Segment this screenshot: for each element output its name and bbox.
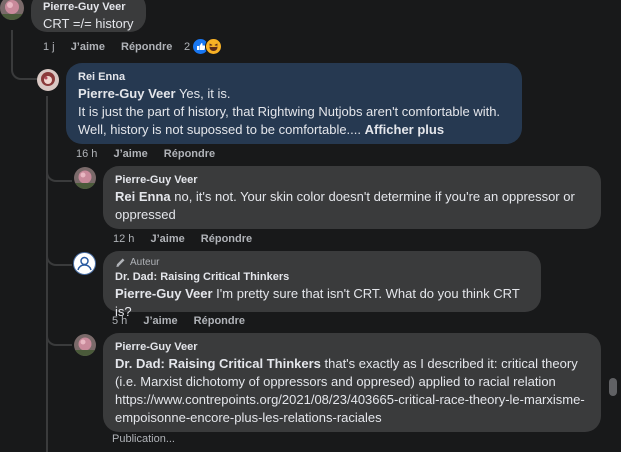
comment-actions: 1 j J’aime Répondre (43, 41, 185, 53)
comment-actions: 16 h J’aime Répondre (76, 148, 228, 160)
thread-line (46, 96, 48, 452)
like-button[interactable]: J’aime (71, 41, 105, 53)
mention-link[interactable]: Pierre-Guy Veer (115, 286, 213, 301)
avatar[interactable] (74, 334, 96, 356)
comment-time[interactable]: 16 h (76, 148, 97, 160)
comment-bubble: Pierre-Guy Veer Rei Enna no, it's not. Y… (103, 166, 601, 229)
avatar[interactable] (37, 69, 59, 91)
author-badge-label: Auteur (130, 257, 160, 268)
reaction-summary[interactable]: 2 (184, 38, 223, 55)
reaction-count: 2 (184, 40, 191, 53)
comment-author[interactable]: Pierre-Guy Veer (115, 340, 589, 355)
mention-link[interactable]: Dr. Dad: Raising Critical Thinkers (115, 356, 321, 371)
avatar[interactable] (73, 252, 96, 275)
posting-status: Publication... (112, 433, 188, 445)
comment-actions: 12 h J’aime Répondre (113, 233, 265, 245)
thread-connector (46, 160, 72, 182)
comment-actions: 5 h J’aime Répondre (112, 315, 258, 327)
comment-text: Dr. Dad: Raising Critical Thinkers that'… (115, 355, 589, 427)
comment-time[interactable]: 5 h (112, 315, 127, 327)
comment-bubble: Pierre-Guy Veer CRT =/= history (31, 0, 146, 32)
comment-author[interactable]: Pierre-Guy Veer (43, 0, 134, 15)
see-more-link[interactable]: Afficher plus (365, 122, 444, 137)
haha-reaction-icon (205, 38, 223, 55)
comment-bubble: Auteur Dr. Dad: Raising Critical Thinker… (103, 251, 541, 319)
reply-button[interactable]: Répondre (164, 148, 215, 160)
avatar[interactable] (74, 167, 96, 189)
like-button[interactable]: J’aime (113, 148, 147, 160)
comment-text: Rei Enna no, it's not. Your skin color d… (115, 188, 589, 224)
reply-button[interactable]: Répondre (194, 315, 245, 327)
comment-time[interactable]: 12 h (113, 233, 134, 245)
comment-text: Pierre-Guy Veer Yes, it is. It is just t… (78, 85, 510, 139)
reply-button[interactable]: Répondre (121, 41, 172, 53)
thread-connector (46, 242, 72, 266)
scrollbar-thumb[interactable] (609, 378, 617, 396)
comment-author[interactable]: Pierre-Guy Veer (115, 173, 589, 188)
comment-author[interactable]: Dr. Dad: Raising Critical Thinkers (115, 270, 529, 285)
thread-connector (46, 322, 72, 346)
comment-text-body: no, it's not. Your skin color doesn't de… (115, 189, 575, 222)
like-button[interactable]: J’aime (143, 315, 177, 327)
thread-connector (11, 52, 37, 80)
pencil-icon (116, 258, 125, 267)
comment-author[interactable]: Rei Enna (78, 70, 510, 85)
like-button[interactable]: J’aime (150, 233, 184, 245)
avatar[interactable] (0, 0, 24, 20)
posting-status-text: Publication... (112, 433, 175, 445)
comment-text: CRT =/= history (43, 16, 134, 31)
comment-bubble-pending: Pierre-Guy Veer Dr. Dad: Raising Critica… (103, 333, 601, 432)
comment-text-line: It is just the part of history, that Rig… (78, 104, 501, 119)
author-badge: Auteur (115, 256, 529, 269)
comment-time[interactable]: 1 j (43, 41, 55, 53)
comment-text-line: Well, history is not supossed to be comf… (78, 122, 365, 137)
mention-link[interactable]: Rei Enna (115, 189, 171, 204)
comment-text-line: Yes, it is. (175, 86, 231, 101)
mention-link[interactable]: Pierre-Guy Veer (78, 86, 176, 101)
comment-bubble-highlighted: Rei Enna Pierre-Guy Veer Yes, it is. It … (66, 63, 522, 144)
reply-button[interactable]: Répondre (201, 233, 252, 245)
